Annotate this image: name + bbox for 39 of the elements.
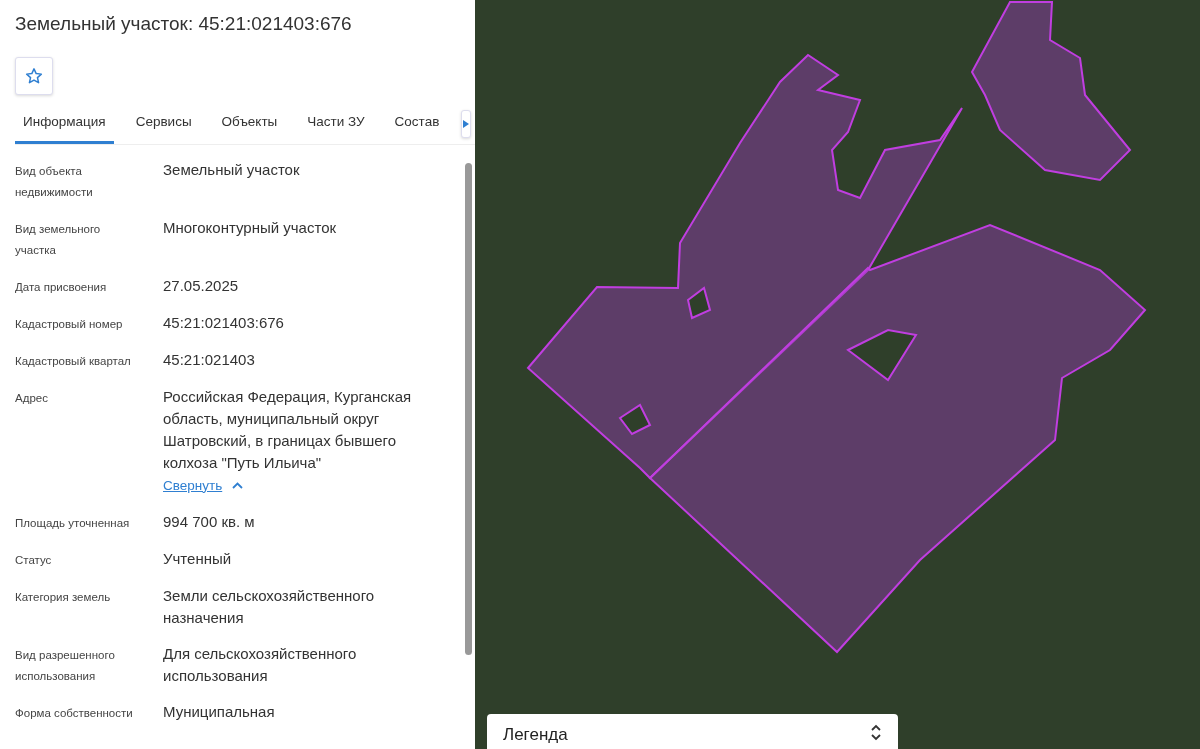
favorite-button[interactable] bbox=[15, 56, 53, 95]
legend-panel[interactable]: Легенда bbox=[487, 714, 898, 749]
tab[interactable]: Объекты bbox=[213, 104, 286, 144]
property-value: 27.05.2025 bbox=[163, 275, 240, 296]
caret-icon bbox=[463, 120, 470, 129]
property-value: 994 700 кв. м bbox=[163, 511, 256, 532]
property-value: Земли сельскохозяйственного назначения bbox=[163, 585, 376, 628]
property-label: Кадастровый квартал bbox=[15, 353, 132, 369]
tab[interactable]: Части ЗУ bbox=[299, 104, 373, 144]
tab[interactable]: Информация bbox=[15, 104, 114, 144]
property-label: Форма собственности bbox=[15, 705, 134, 721]
property-value: Российская Федерация, Курганская область, муниципальный округ Шатровский, в границах бывшего колхоза "Путь Ильича" bbox=[163, 386, 413, 473]
chevron-up-icon[interactable] bbox=[232, 481, 244, 490]
star-icon bbox=[25, 66, 43, 85]
property-label: Адрес bbox=[15, 390, 49, 406]
property-label: Дата присвоения bbox=[15, 279, 108, 295]
property-label: Вид объекта недвижимости bbox=[15, 163, 94, 200]
property-value: Муниципальная bbox=[163, 701, 276, 722]
property-label: Категория земель bbox=[15, 589, 112, 605]
property-value: Для сельскохозяйственного использования bbox=[163, 643, 358, 686]
property-value: Земельный участок bbox=[163, 159, 301, 180]
collapse-link[interactable]: Свернуть bbox=[163, 474, 223, 497]
property-label: Площадь уточненная bbox=[15, 515, 131, 531]
property-value: Учтенный bbox=[163, 548, 233, 569]
property-label: Вид земельного участка bbox=[15, 221, 102, 258]
panel-title: Земельный участок: 45:21:021403:676 bbox=[15, 12, 353, 36]
tab[interactable]: Состав bbox=[386, 104, 448, 144]
satellite-map[interactable]: Легенда bbox=[475, 0, 1200, 749]
next-tabs-button[interactable] bbox=[461, 110, 471, 139]
property-value: 45:21:021403:676 bbox=[163, 312, 285, 333]
scrollbar[interactable] bbox=[465, 162, 472, 655]
property-value: Многоконтурный участок bbox=[163, 217, 338, 238]
legend-title: Легенда bbox=[503, 724, 568, 746]
property-label: Вид разрешенного использования bbox=[15, 647, 116, 684]
property-value: 45:21:021403 bbox=[163, 349, 256, 370]
tab[interactable]: Сервисы bbox=[127, 104, 200, 144]
expand-collapse-icon[interactable] bbox=[870, 722, 882, 742]
property-label: Кадастровый номер bbox=[15, 316, 124, 332]
property-label: Статус bbox=[15, 552, 53, 568]
